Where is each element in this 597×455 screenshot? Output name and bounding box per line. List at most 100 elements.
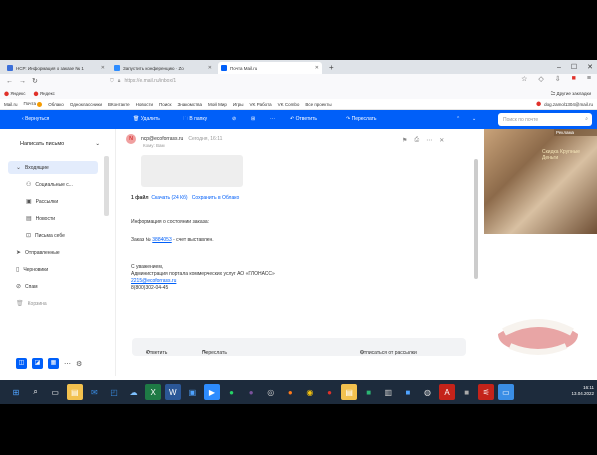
word-icon[interactable]: W <box>164 384 181 400</box>
browser-tab-1[interactable]: НСР: Информация о заказе № 1 ✕ <box>4 62 108 74</box>
archive-button[interactable]: ⊞ <box>251 116 255 122</box>
zoom-icon[interactable]: ▶ <box>203 384 220 400</box>
chrome-icon[interactable]: ◉ <box>302 384 318 400</box>
settings-icon[interactable]: ⚙ <box>76 360 82 368</box>
app-icon[interactable]: ◎ <box>263 384 279 400</box>
app-blue-icon[interactable]: ■ <box>400 384 416 400</box>
portal-link-mailru[interactable]: Mail.ru <box>4 102 18 107</box>
bookmark-yandex-2[interactable]: ⬤ Яндекс <box>33 91 54 97</box>
sidebar-item-trash[interactable]: 🗑︎ Корзина <box>16 300 47 308</box>
portal-link-games[interactable]: Игры <box>233 102 244 107</box>
print-icon[interactable]: ⎙ <box>414 137 419 144</box>
sidebar-item-drafts[interactable]: ▯ Черновики <box>16 266 48 274</box>
compose-button[interactable]: Написать письмо ⌄ <box>6 136 106 152</box>
photos-icon[interactable]: ▣ <box>184 384 200 400</box>
sidebar-item-newsletters[interactable]: ▣ Рассылки <box>26 198 58 206</box>
reply-toolbar-button[interactable]: ↶ Ответить <box>290 116 317 122</box>
message-scrollbar[interactable] <box>474 159 478 279</box>
pocket-icon[interactable]: ◇ <box>538 75 543 83</box>
whatsapp-icon[interactable]: ● <box>224 384 240 400</box>
firefox-icon[interactable]: ● <box>282 384 298 400</box>
portal-link-vkwork[interactable]: VK Работа <box>249 102 271 107</box>
calendar-app-icon[interactable]: ◫ <box>16 358 27 369</box>
bookmark-yandex-1[interactable]: ⬤ Яндекс <box>4 91 25 97</box>
task-view-icon[interactable]: ▭ <box>47 384 63 400</box>
app-green-icon[interactable]: ■ <box>361 384 377 400</box>
url-field[interactable]: ⛉ 🔒︎ https://e.mail.ru/inbox/1 <box>110 76 488 86</box>
forward-toolbar-button[interactable]: ↷ Переслать <box>346 116 377 122</box>
download-link[interactable]: Скачать (24 Кб) <box>151 195 187 201</box>
sidebar-item-inbox[interactable]: ⌄ Входящие <box>16 164 49 172</box>
forward-arrow-icon[interactable]: → <box>19 78 26 85</box>
minimize-button[interactable]: – <box>557 64 561 71</box>
prev-message-icon[interactable]: ⌃ <box>456 116 460 122</box>
excel-icon[interactable]: X <box>145 384 162 400</box>
save-to-cloud-link[interactable]: Сохранить в Облако <box>192 195 240 201</box>
flag-icon[interactable]: ⚑ <box>402 137 407 144</box>
yandex-browser-icon[interactable]: ● <box>322 384 338 400</box>
close-icon[interactable]: ✕ <box>101 65 105 71</box>
file-explorer-icon[interactable]: ▤ <box>66 384 83 400</box>
search-icon[interactable]: ⌕ <box>28 384 44 400</box>
maximize-button[interactable]: ☐ <box>571 63 577 71</box>
portal-link-ok[interactable]: Одноклассники <box>70 102 102 107</box>
app-window-icon[interactable]: ▭ <box>497 384 514 400</box>
app-dark-icon[interactable]: ■ <box>459 384 475 400</box>
bookmark-star-icon[interactable]: ☆ <box>521 75 527 83</box>
sidebar-item-spam[interactable]: ⊘ Спам <box>16 283 38 291</box>
portal-link-news[interactable]: Новости <box>136 102 153 107</box>
sidebar-item-sent[interactable]: ➤ Отправленные <box>16 249 60 257</box>
browser-tab-2[interactable]: Запустить конференцию · Zo ✕ <box>111 62 215 74</box>
sender-address[interactable]: ncp@ecoforrass.ru <box>141 136 183 142</box>
sidebar-item-self[interactable]: ⊡ Письма себе <box>26 232 65 240</box>
weather-icon[interactable]: ☁ <box>126 384 142 400</box>
notes-app-icon[interactable]: ▦ <box>48 358 59 369</box>
ad-banner-dental[interactable] <box>492 304 584 359</box>
portal-link-search[interactable]: Поиск <box>159 102 171 107</box>
menu-icon[interactable]: ≡ <box>587 75 591 83</box>
spam-toolbar-button[interactable]: ⊘ <box>232 116 236 122</box>
delete-button[interactable]: 🗑︎ Удалить <box>133 116 160 122</box>
attachment-preview[interactable] <box>141 155 243 187</box>
close-window-button[interactable]: ✕ <box>587 63 593 71</box>
portal-link-myworld[interactable]: Мой Мир <box>208 102 227 107</box>
more-button[interactable]: ··· <box>270 116 275 122</box>
acrobat-icon[interactable]: A <box>439 384 456 400</box>
account-menu[interactable]: ⬤ dog.zamol1304@mail.ru <box>536 101 593 107</box>
sidebar-item-social[interactable]: ⚇ Социальные с... <box>26 181 73 189</box>
windows-start-icon[interactable]: ⊞ <box>8 384 24 400</box>
other-bookmarks[interactable]: 🗀 Другие закладки <box>551 90 591 98</box>
ad-banner-food[interactable]: Реклама Скидка Крупные Деньги <box>484 129 597 234</box>
sidebar-item-news[interactable]: ▤ Новости <box>26 215 55 223</box>
portal-link-vkcombo[interactable]: VK Combo <box>278 102 300 107</box>
portal-link-dating[interactable]: Знакомства <box>178 102 202 107</box>
mail-search-input[interactable]: Поиск по почте ⌕ <box>498 113 592 126</box>
next-message-icon[interactable]: ⌄ <box>472 116 476 122</box>
email-link[interactable]: 2215@ecoforrass.ru <box>131 278 176 284</box>
app-circle-icon[interactable]: ◍ <box>419 384 435 400</box>
order-number-link[interactable]: 3884053 <box>152 237 171 243</box>
pdf-icon[interactable]: ⚟ <box>478 384 495 400</box>
reload-icon[interactable]: ↻ <box>32 77 38 85</box>
close-icon[interactable]: ✕ <box>315 65 319 71</box>
close-icon[interactable]: ✕ <box>439 137 444 144</box>
move-to-folder-button[interactable]: 🗀 В папку <box>183 116 207 124</box>
system-clock[interactable]: 16:11 13.04.2022 <box>571 385 594 397</box>
files-icon[interactable]: ▥ <box>380 384 396 400</box>
notes-icon[interactable]: ▤ <box>341 384 358 400</box>
back-arrow-icon[interactable]: ← <box>6 78 13 85</box>
chevron-down-icon[interactable]: ⌄ <box>95 141 100 147</box>
portal-link-cloud[interactable]: Облако <box>48 102 64 107</box>
mail-app-icon[interactable]: ✉ <box>86 384 102 400</box>
portal-link-mail[interactable]: Почта <box>24 101 43 107</box>
store-icon[interactable]: ◰ <box>106 384 122 400</box>
portal-link-all[interactable]: Все проекты <box>305 102 331 107</box>
browser-tab-3[interactable]: Почта Mail.ru ✕ <box>218 62 322 74</box>
portal-link-vk[interactable]: ВКонтакте <box>108 102 130 107</box>
downloads-icon[interactable]: ⇩ <box>555 75 561 83</box>
sidebar-scrollbar[interactable] <box>104 156 109 216</box>
close-icon[interactable]: ✕ <box>208 65 212 71</box>
viber-icon[interactable]: ● <box>243 384 259 400</box>
contacts-app-icon[interactable]: ◪ <box>32 358 43 369</box>
new-tab-button[interactable]: + <box>329 62 334 74</box>
